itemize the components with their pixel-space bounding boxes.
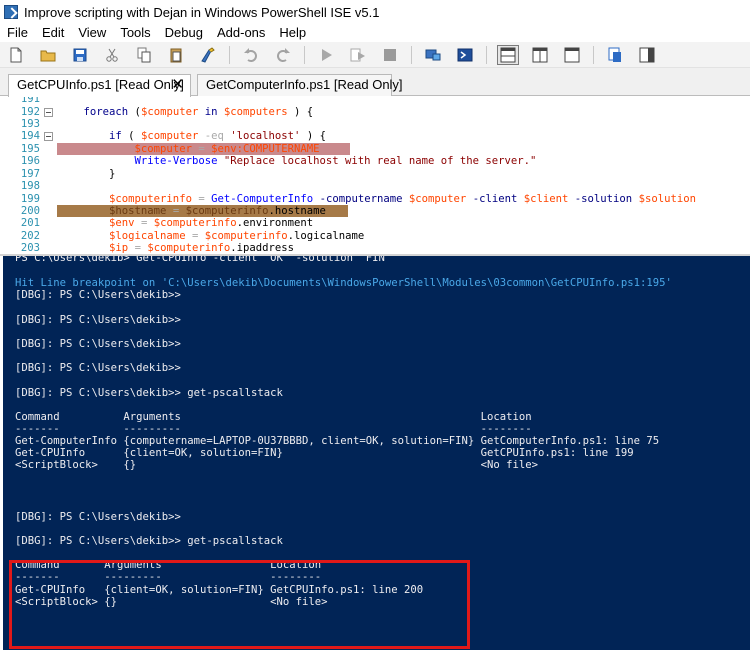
code-line: 197 }	[20, 168, 116, 180]
console-line: [DBG]: PS C:\Users\dekib>>	[15, 314, 181, 326]
menu-tools[interactable]: Tools	[113, 24, 157, 42]
code-line: 193	[20, 118, 40, 130]
console-line: [DBG]: PS C:\Users\dekib>>	[15, 338, 181, 350]
toolbar-separator	[486, 45, 487, 64]
menu-bar: File Edit View Tools Debug Add-ons Help	[0, 24, 750, 42]
toolbar-separator	[593, 45, 594, 64]
clear-console-icon[interactable]	[197, 45, 219, 65]
code-line: 191	[20, 97, 40, 105]
menu-add-ons[interactable]: Add-ons	[210, 24, 272, 42]
tab-label: GetComputerInfo.ps1 [Read Only]	[206, 77, 403, 92]
show-command-window-icon[interactable]	[604, 45, 626, 65]
menu-file[interactable]: File	[0, 24, 35, 42]
tab-label: GetCPUInfo.ps1 [Read Only]	[17, 77, 184, 92]
script-editor[interactable]: 191 192 foreach ($computer in $computers…	[0, 97, 750, 254]
start-powershell-icon[interactable]	[454, 45, 476, 65]
script-tab-strip: GetCPUInfo.ps1 [Read Only] ✕ GetComputer…	[0, 68, 750, 97]
close-icon[interactable]: ✕	[171, 75, 184, 95]
menu-edit[interactable]: Edit	[35, 24, 71, 42]
show-script-pane-right-icon[interactable]	[529, 45, 551, 65]
toolbar-separator	[229, 45, 230, 64]
show-script-pane-maximized-icon[interactable]	[561, 45, 583, 65]
tab-getcpuinfo[interactable]: GetCPUInfo.ps1 [Read Only] ✕	[8, 74, 191, 97]
code-line-breakpoint: 195 $computer = $env:COMPUTERNAME	[20, 143, 320, 155]
menu-debug[interactable]: Debug	[158, 24, 210, 42]
new-file-icon[interactable]	[5, 45, 27, 65]
open-file-icon[interactable]	[37, 45, 59, 65]
code-line: 198	[20, 180, 40, 192]
code-line: 192 foreach ($computer in $computers ) {	[20, 106, 314, 118]
stop-icon[interactable]	[379, 45, 401, 65]
code-line: 196 Write-Verbose "Replace localhost wit…	[20, 155, 537, 167]
console-line: PS C:\Users\dekib> Get-CPUInfo -client "…	[15, 256, 392, 264]
code-line: 194 if ( $computer -eq 'localhost' ) {	[20, 130, 326, 142]
run-selection-icon[interactable]	[347, 45, 369, 65]
console-line: [DBG]: PS C:\Users\dekib>>	[15, 511, 181, 523]
undo-icon[interactable]	[240, 45, 262, 65]
menu-view[interactable]: View	[71, 24, 113, 42]
redo-icon[interactable]	[272, 45, 294, 65]
save-icon[interactable]	[69, 45, 91, 65]
window-title: Improve scripting with Dejan in Windows …	[24, 4, 380, 20]
code-line: 199 $computerinfo = Get-ComputerInfo -co…	[20, 193, 696, 205]
highlight-box	[9, 560, 470, 649]
console-line: [DBG]: PS C:\Users\dekib>>	[15, 289, 181, 301]
toolbar	[0, 42, 750, 68]
code-line: 202 $logicalname = $computerinfo.logical…	[20, 230, 365, 242]
show-script-pane-top-icon[interactable]	[497, 44, 519, 65]
console-line: <ScriptBlock> {} <No file>	[15, 459, 538, 471]
toolbar-separator	[411, 45, 412, 64]
code-line: 201 $env = $computerinfo.environment	[20, 217, 314, 229]
toolbar-separator	[304, 45, 305, 64]
menu-help[interactable]: Help	[272, 24, 313, 42]
run-icon[interactable]	[315, 45, 337, 65]
paste-icon[interactable]	[165, 45, 187, 65]
collapse-icon[interactable]	[44, 132, 53, 141]
tab-getcomputerinfo[interactable]: GetComputerInfo.ps1 [Read Only]	[197, 74, 403, 96]
console-line: [DBG]: PS C:\Users\dekib>> get-pscallsta…	[15, 535, 283, 547]
new-remote-tab-icon[interactable]	[422, 45, 444, 65]
console-line: [DBG]: PS C:\Users\dekib>>	[15, 362, 181, 374]
console-line: [DBG]: PS C:\Users\dekib>> get-pscallsta…	[15, 387, 283, 399]
code-line: 203 $ip = $computerinfo.ipaddress	[20, 242, 295, 254]
collapse-icon[interactable]	[44, 108, 53, 117]
cut-icon[interactable]	[101, 45, 123, 65]
powershell-ise-icon	[4, 5, 18, 19]
show-command-addon-icon[interactable]	[636, 45, 658, 65]
title-bar: Improve scripting with Dejan in Windows …	[0, 0, 750, 24]
copy-icon[interactable]	[133, 45, 155, 65]
code-line-current: 200 $hostname = $computerinfo.hostname	[20, 205, 326, 217]
